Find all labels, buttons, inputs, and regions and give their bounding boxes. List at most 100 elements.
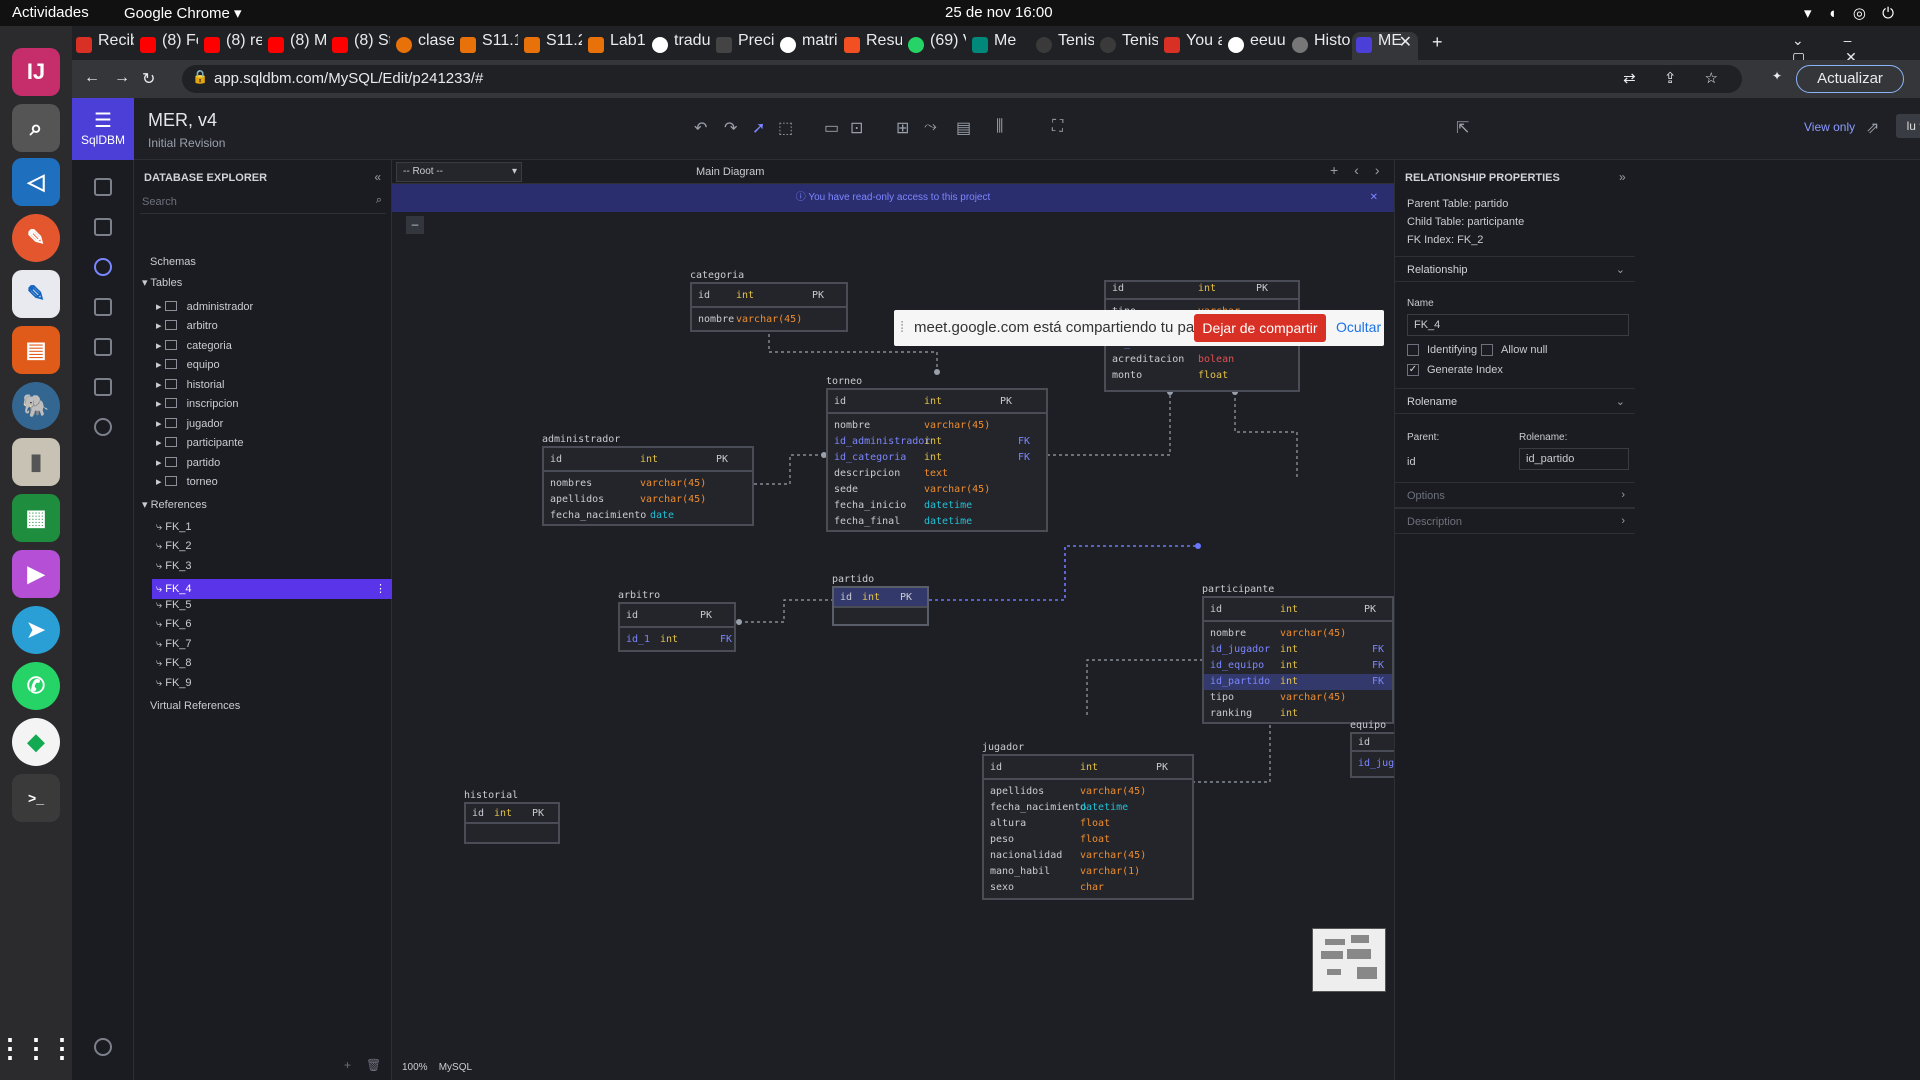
pk-row[interactable]: id int PK <box>692 284 846 308</box>
browser-tab[interactable]: (69) V <box>904 32 966 60</box>
column-row[interactable]: monto float <box>1106 368 1298 384</box>
column-row[interactable]: acreditacion bolean <box>1106 352 1298 368</box>
browser-tab[interactable]: (8) Fo <box>136 32 198 60</box>
generate-index-checkbox[interactable]: ✓ <box>1407 364 1419 376</box>
column-row[interactable]: fecha_final datetime <box>828 514 1046 530</box>
column-row[interactable]: id_categoria int FK <box>828 450 1046 466</box>
brand-menu[interactable]: ☰ SqlDBM <box>72 98 134 160</box>
reload-icon[interactable]: ↻ <box>142 69 155 89</box>
browser-tab[interactable]: Histo <box>1288 32 1350 60</box>
browser-tab[interactable]: (8) St <box>328 32 390 60</box>
relation-torneo-inscripcion[interactable] <box>1047 392 1171 456</box>
table-item[interactable]: ▸ partido <box>156 456 220 476</box>
reference-item[interactable]: ⤷ FK_1 <box>156 521 392 541</box>
reference-item[interactable]: ⤷ FK_8 <box>156 657 392 677</box>
column-row[interactable]: id_administrador int FK <box>828 434 1046 450</box>
storage-icon[interactable] <box>94 418 112 436</box>
browser-tab[interactable]: (8) re <box>200 32 262 60</box>
more-options-icon[interactable]: ⋮ <box>375 579 386 599</box>
url-actions-icons[interactable]: ⇄ ⇪ ☆ <box>1623 69 1730 87</box>
column-row[interactable]: sexo char <box>984 880 1192 896</box>
tables-node[interactable]: ▾ Tables <box>142 276 182 296</box>
whatsapp-icon[interactable]: ✆ <box>12 662 60 710</box>
pk-row[interactable]: id PK <box>620 604 734 628</box>
pointer-icon[interactable]: ➚ <box>752 118 765 138</box>
column-row[interactable]: nacionalidad varchar(45) <box>984 848 1192 864</box>
document-icon[interactable] <box>94 378 112 396</box>
reference-item[interactable]: ⤷ FK_5 <box>156 599 392 619</box>
reference-item[interactable]: ⤷ FK_9 <box>156 677 392 697</box>
trash-icon[interactable]: 🗑 <box>366 1058 381 1072</box>
export-icon[interactable]: ⇱ <box>1456 118 1469 138</box>
column-row[interactable]: apellidos varchar(45) <box>984 784 1192 800</box>
reference-item[interactable]: ⤷ FK_7 <box>156 638 392 658</box>
relation-participante-inscripcion[interactable] <box>1234 392 1298 480</box>
mongodb-icon[interactable]: ◆ <box>12 718 60 766</box>
column-row[interactable]: id_equipo int FK <box>1204 658 1392 674</box>
reference-item-selected[interactable]: ⤷ FK_4 ⋮ <box>152 579 392 599</box>
pk-row[interactable]: id int PK <box>984 756 1192 780</box>
redo-icon[interactable]: ↷ <box>724 118 737 138</box>
browser-tab[interactable]: eeuu <box>1224 32 1286 60</box>
activities-button[interactable]: Actividades <box>12 4 89 21</box>
new-tab-icon[interactable]: + <box>1432 32 1443 53</box>
browser-tab[interactable]: Lab10 <box>584 32 646 60</box>
column-row[interactable]: fecha_inicio datetime <box>828 498 1046 514</box>
relation-arbitro-partido[interactable] <box>739 599 832 623</box>
browser-tab[interactable]: Resul <box>840 32 902 60</box>
browser-tab[interactable]: Me <box>968 32 1030 60</box>
pk-row[interactable]: id <box>1352 734 1394 752</box>
app-menu[interactable]: Google Chrome ▾ <box>124 4 242 22</box>
identifying-checkbox[interactable] <box>1407 344 1419 356</box>
entity-jugador[interactable]: id int PK apellidos varchar(45) fecha_nacim… <box>982 754 1194 900</box>
share-icon[interactable]: ⇗ <box>1866 118 1879 138</box>
relation-partido-participante-selected[interactable] <box>929 545 1198 601</box>
relation-administrador-torneo[interactable] <box>754 454 824 485</box>
explorer-search-input[interactable]: Search ⌕ <box>140 190 386 214</box>
entity-torneo[interactable]: id int PK nombre varchar(45) id_administrad… <box>826 388 1048 532</box>
browser-tab[interactable]: Recib <box>72 32 134 60</box>
table-item[interactable]: ▸ historial <box>156 378 224 398</box>
browser-tab-active[interactable]: ME ✕ <box>1352 32 1418 60</box>
table-item[interactable]: ▸ inscripcion <box>156 397 239 417</box>
column-row[interactable]: nombre varchar(45) <box>828 418 1046 434</box>
reference-item[interactable]: ⤷ FK_2 <box>156 540 392 560</box>
browser-tab[interactable]: Tenis <box>1096 32 1158 60</box>
drag-handle-icon[interactable]: ⁞ <box>900 319 904 336</box>
intellij-icon[interactable]: IJ <box>12 48 60 96</box>
pk-row[interactable]: id int PK <box>1106 282 1298 300</box>
user-menu[interactable]: lu ▾ <box>1896 114 1920 138</box>
zoom-level[interactable]: 100% <box>402 1062 428 1073</box>
clock[interactable]: 25 de nov 16:00 <box>945 4 1053 21</box>
description-section[interactable]: Description › <box>1395 508 1635 534</box>
zoom-100-icon[interactable]: ▭ <box>824 118 839 138</box>
align-icon[interactable]: ⫼ <box>996 118 1003 136</box>
diagram-canvas[interactable]: -- Root -- ▾ Main Diagram +‹› ⓘ You have … <box>392 160 1394 1080</box>
forward-icon[interactable]: → <box>114 69 130 87</box>
entity-arbitro[interactable]: id PK id_1 int FK <box>618 602 736 652</box>
rolename-input[interactable]: id_partido <box>1519 448 1629 470</box>
relationship-section[interactable]: Relationship ⌄ <box>1395 256 1635 282</box>
search-app-icon[interactable]: ⌕ <box>12 104 60 152</box>
add-table-icon[interactable]: ⊞ <box>896 118 909 138</box>
compare-icon[interactable] <box>94 338 112 356</box>
rolename-section[interactable]: Rolename ⌄ <box>1395 388 1635 414</box>
pk-row[interactable]: id int PK <box>834 588 927 608</box>
note-icon[interactable]: ▤ <box>956 118 971 138</box>
column-row[interactable]: id_juga <box>1352 756 1394 772</box>
column-row[interactable]: fecha_nacimiento date <box>544 508 752 524</box>
column-row[interactable]: peso float <box>984 832 1192 848</box>
database-icon[interactable] <box>94 258 112 276</box>
impress-icon[interactable]: ▤ <box>12 326 60 374</box>
system-tray[interactable]: ▾ ◖ ◎ ⏻ <box>1804 4 1900 22</box>
column-row[interactable]: apellidos varchar(45) <box>544 492 752 508</box>
column-row[interactable]: mano_habil varchar(1) <box>984 864 1192 880</box>
frame-icon[interactable]: ⛶ <box>1052 118 1063 136</box>
entity-administrador[interactable]: id int PK nombres varchar(45) apellidos varc… <box>542 446 754 526</box>
column-row[interactable]: nombre varchar(45) <box>692 312 846 328</box>
virtual-references-node[interactable]: Virtual References <box>150 700 240 720</box>
expand-icon[interactable]: » <box>1619 170 1626 184</box>
column-row[interactable]: sede varchar(45) <box>828 482 1046 498</box>
pk-row[interactable]: id int PK <box>466 804 558 824</box>
column-row[interactable]: descripcion text <box>828 466 1046 482</box>
